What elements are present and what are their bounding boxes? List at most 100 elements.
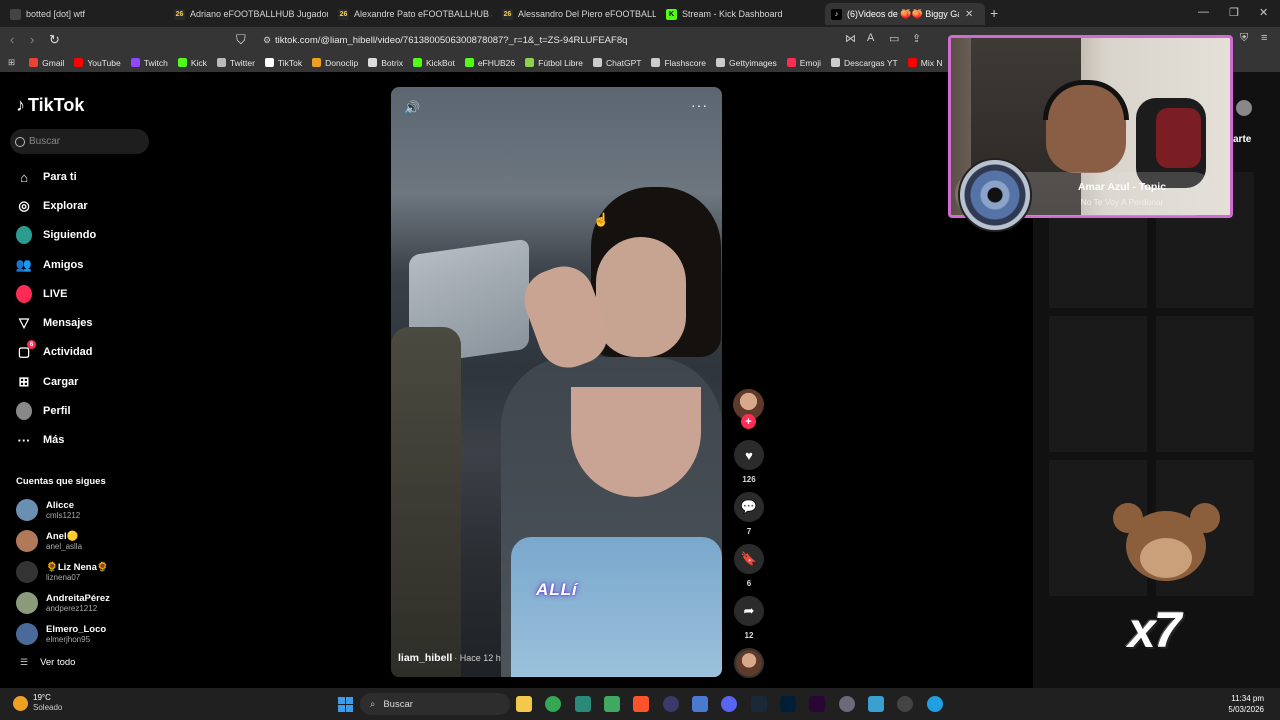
tab-tiktok-active[interactable]: ♪ (6)Videos de 🍑🍑 Biggy Gal ✕ [825, 3, 985, 25]
sidebar-item-cargar[interactable]: ⊞ Cargar [16, 374, 79, 390]
system-clock[interactable]: 11:34 pm 5/03/2026 [1228, 693, 1264, 715]
discord-icon[interactable] [721, 696, 737, 712]
notepad-icon[interactable] [868, 696, 884, 712]
sidebar-item-mensajes[interactable]: ▽ Mensajes [16, 315, 93, 331]
bookmark-item[interactable]: Gmail [29, 58, 64, 68]
shield-icon[interactable]: ⛨ [1240, 32, 1248, 45]
bookmark-item[interactable]: eFHUB26 [464, 58, 515, 68]
sidebar-item-perfil[interactable]: Perfil [16, 402, 71, 420]
bookmark-item[interactable]: YouTube [74, 58, 121, 68]
bookmark-item[interactable]: Gettyimages [716, 58, 777, 68]
avatar [16, 499, 38, 521]
play-icon[interactable] [897, 696, 913, 712]
menu-icon[interactable]: ≡ [1261, 32, 1267, 44]
bookmark-item[interactable]: Botrix [368, 58, 403, 68]
more-options-icon[interactable]: ··· [691, 97, 708, 113]
bookmark-item[interactable]: Twitter [216, 58, 255, 68]
bookmark-item[interactable]: TikTok [264, 58, 302, 68]
close-window-icon[interactable]: ✕ [1259, 6, 1268, 19]
bookmark-item[interactable]: Emoji [786, 58, 821, 68]
cast-icon[interactable]: ▭ [889, 32, 899, 45]
steam-icon[interactable] [751, 696, 767, 712]
see-all-link[interactable]: ☰ Ver todo [20, 657, 75, 668]
bookmark-item[interactable]: ChatGPT [593, 58, 641, 68]
media-player-icon[interactable] [663, 696, 679, 712]
settings-icon[interactable] [839, 696, 855, 712]
premiere-icon[interactable] [809, 696, 825, 712]
bookmark-favicon-icon [130, 58, 140, 67]
tiktok-note-icon: ♪ [16, 95, 25, 115]
tab-botted[interactable]: botted [dot] wtf [4, 3, 164, 25]
weather-widget[interactable]: 19°C Soleado [13, 693, 62, 713]
minimize-icon[interactable]: — [1198, 6, 1209, 18]
reload-icon[interactable]: ↻ [49, 32, 60, 48]
site-settings-icon[interactable]: ⚙ [263, 35, 271, 46]
bookmark-item[interactable]: KickBot [412, 58, 455, 68]
sidebar-item-parati[interactable]: ⌂ Para ti [16, 169, 77, 185]
activity-icon: ▢ 6 [16, 340, 36, 360]
video-author[interactable]: liam_hibell · Hace 12 h [398, 652, 501, 664]
video-thumbnail[interactable] [1049, 316, 1147, 452]
apps-grid-icon[interactable]: ⊞ [8, 57, 15, 68]
search-icon: ⌕ [370, 698, 376, 710]
new-tab-button[interactable]: + [990, 5, 998, 21]
extension-icon[interactable]: ⋈ [845, 32, 856, 45]
bookmark-button[interactable]: 🔖 6 [734, 544, 764, 588]
tab-delpiero[interactable]: 26Alessandro Del Piero eFOOTBALLHU... [496, 3, 656, 25]
tab-pato[interactable]: 26Alexandre Pato eFOOTBALLHUB Jug... [332, 3, 492, 25]
tiktok-logo[interactable]: ♪ TikTok [16, 95, 84, 116]
follow-plus-icon[interactable]: + [741, 414, 756, 429]
comment-button[interactable]: 💬 7 [734, 492, 764, 536]
tab-kick-dashboard[interactable]: K Stream - Kick Dashboard [660, 3, 820, 25]
share-page-icon[interactable]: ⇪ [912, 32, 921, 45]
sidebar-item-live[interactable]: LIVE [16, 285, 67, 303]
calculator-icon[interactable] [692, 696, 708, 712]
forward-icon[interactable]: › [30, 32, 34, 47]
file-explorer-icon[interactable] [516, 696, 532, 712]
sidebar-item-ms[interactable]: ··· Más [16, 432, 65, 448]
bookmark-item[interactable]: Twitch [130, 58, 168, 68]
bookmark-page-icon[interactable]: ⛉ [236, 32, 246, 48]
video-player[interactable]: 🔊 ··· ALLí liam_hibell · Hace 12 h [391, 87, 722, 677]
bookmark-item[interactable]: Flashscore [651, 58, 706, 68]
volume-icon[interactable]: 🔊 [404, 100, 420, 116]
bookmark-item[interactable]: Descargas YT [831, 58, 898, 68]
search-input[interactable]: Buscar [10, 129, 149, 154]
restore-icon[interactable]: ❐ [1229, 6, 1239, 19]
edge-icon[interactable] [927, 696, 943, 712]
followed-account[interactable]: Alicce cmls1212 [16, 499, 80, 521]
action-count: 6 [746, 579, 752, 588]
sidebar-item-explorar[interactable]: ◎ Explorar [16, 198, 87, 214]
tab-adriano[interactable]: 26 Adriano eFOOTBALLHUB Jugadores [168, 3, 328, 25]
close-tab-icon[interactable]: ✕ [965, 9, 973, 20]
photoshop-icon[interactable] [780, 696, 796, 712]
windows-start-icon[interactable] [338, 697, 353, 712]
followed-account[interactable]: Elmero_Loco elmerjhon95 [16, 623, 106, 645]
sidebar-item-siguiendo[interactable]: Siguiendo [16, 226, 96, 244]
bookmark-favicon-icon [786, 58, 796, 67]
followed-account[interactable]: 🌻Liz Nena🌻 liznena07 [16, 561, 109, 583]
bookmark-item[interactable]: Donoclip [312, 58, 358, 68]
translate-icon[interactable]: A [867, 32, 874, 44]
bookmark-item[interactable]: Fútbol Libre [525, 58, 583, 68]
sidebar-item-amigos[interactable]: 👥 Amigos [16, 257, 83, 273]
bookmark-item[interactable]: Kick [177, 58, 207, 68]
account-avatar[interactable] [1236, 100, 1252, 116]
app-icon[interactable] [604, 696, 620, 712]
sidebar-item-actividad[interactable]: ▢ 6 Actividad [16, 340, 93, 360]
messages-icon: ▽ [19, 315, 29, 330]
like-button[interactable]: ♥ 126 [734, 440, 764, 484]
bookmark-favicon-icon [651, 58, 661, 67]
music-avatar[interactable] [734, 648, 764, 678]
taskbar-search[interactable]: ⌕ Buscar [360, 693, 510, 715]
brave-icon[interactable] [633, 696, 649, 712]
back-icon[interactable]: ‹ [10, 32, 14, 47]
app-icon[interactable] [575, 696, 591, 712]
video-caption: ALLí [536, 580, 578, 599]
followed-account[interactable]: AndreitaPérez andperez1212 [16, 592, 110, 614]
video-thumbnail[interactable] [1156, 316, 1254, 452]
followed-account[interactable]: Anel🟡 anel_aslla [16, 530, 82, 552]
chrome-icon[interactable] [545, 696, 561, 712]
bookmark-item[interactable]: Mix N [907, 58, 942, 68]
share-button[interactable]: ➦ 12 [734, 596, 764, 640]
